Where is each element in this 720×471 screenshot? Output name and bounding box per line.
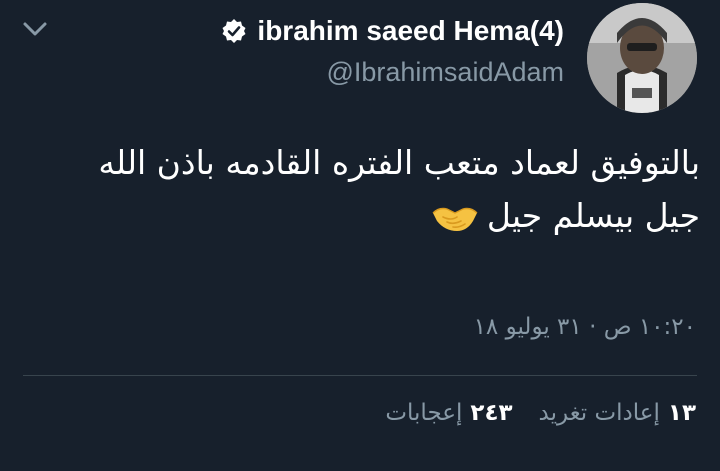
likes-stat[interactable]: ٢٤٣ إعجابات (385, 400, 512, 426)
divider (23, 375, 697, 376)
tweet-text: بالتوفيق لعماد متعب الفتره القادمه باذن … (40, 136, 700, 242)
likes-label: إعجابات (385, 400, 463, 426)
tweet-text-line-1: بالتوفيق لعماد متعب الفتره القادمه باذن … (98, 143, 700, 182)
retweets-label: إعادات تغريد (538, 400, 660, 426)
tweet-timestamp[interactable]: ١٠:٢٠ ص · ٣١ يوليو ١٨ (474, 314, 696, 340)
chevron-down-icon[interactable] (20, 18, 50, 40)
retweets-stat[interactable]: ١٣ إعادات تغريد (539, 400, 696, 426)
author-display-name[interactable]: ibrahim saeed Hema(4) (257, 15, 564, 47)
author-handle[interactable]: @IbrahimsaidAdam (326, 57, 564, 88)
tweet-text-line-2: جيل بيسلم جيل (40, 189, 700, 242)
author-name-row[interactable]: ibrahim saeed Hema(4) (221, 15, 564, 47)
tweet-stats: ١٣ إعادات تغريد ٢٤٣ إعجابات (385, 400, 696, 426)
handshake-emoji-icon (431, 203, 479, 233)
avatar[interactable] (587, 3, 697, 113)
likes-count: ٢٤٣ (470, 400, 513, 426)
retweets-count: ١٣ (667, 400, 696, 426)
verified-badge-icon (221, 18, 247, 44)
tweet-text-line-2-text: جيل بيسلم جيل (486, 196, 700, 235)
tweet-card: ibrahim saeed Hema(4) @IbrahimsaidAdam ب… (0, 0, 720, 471)
